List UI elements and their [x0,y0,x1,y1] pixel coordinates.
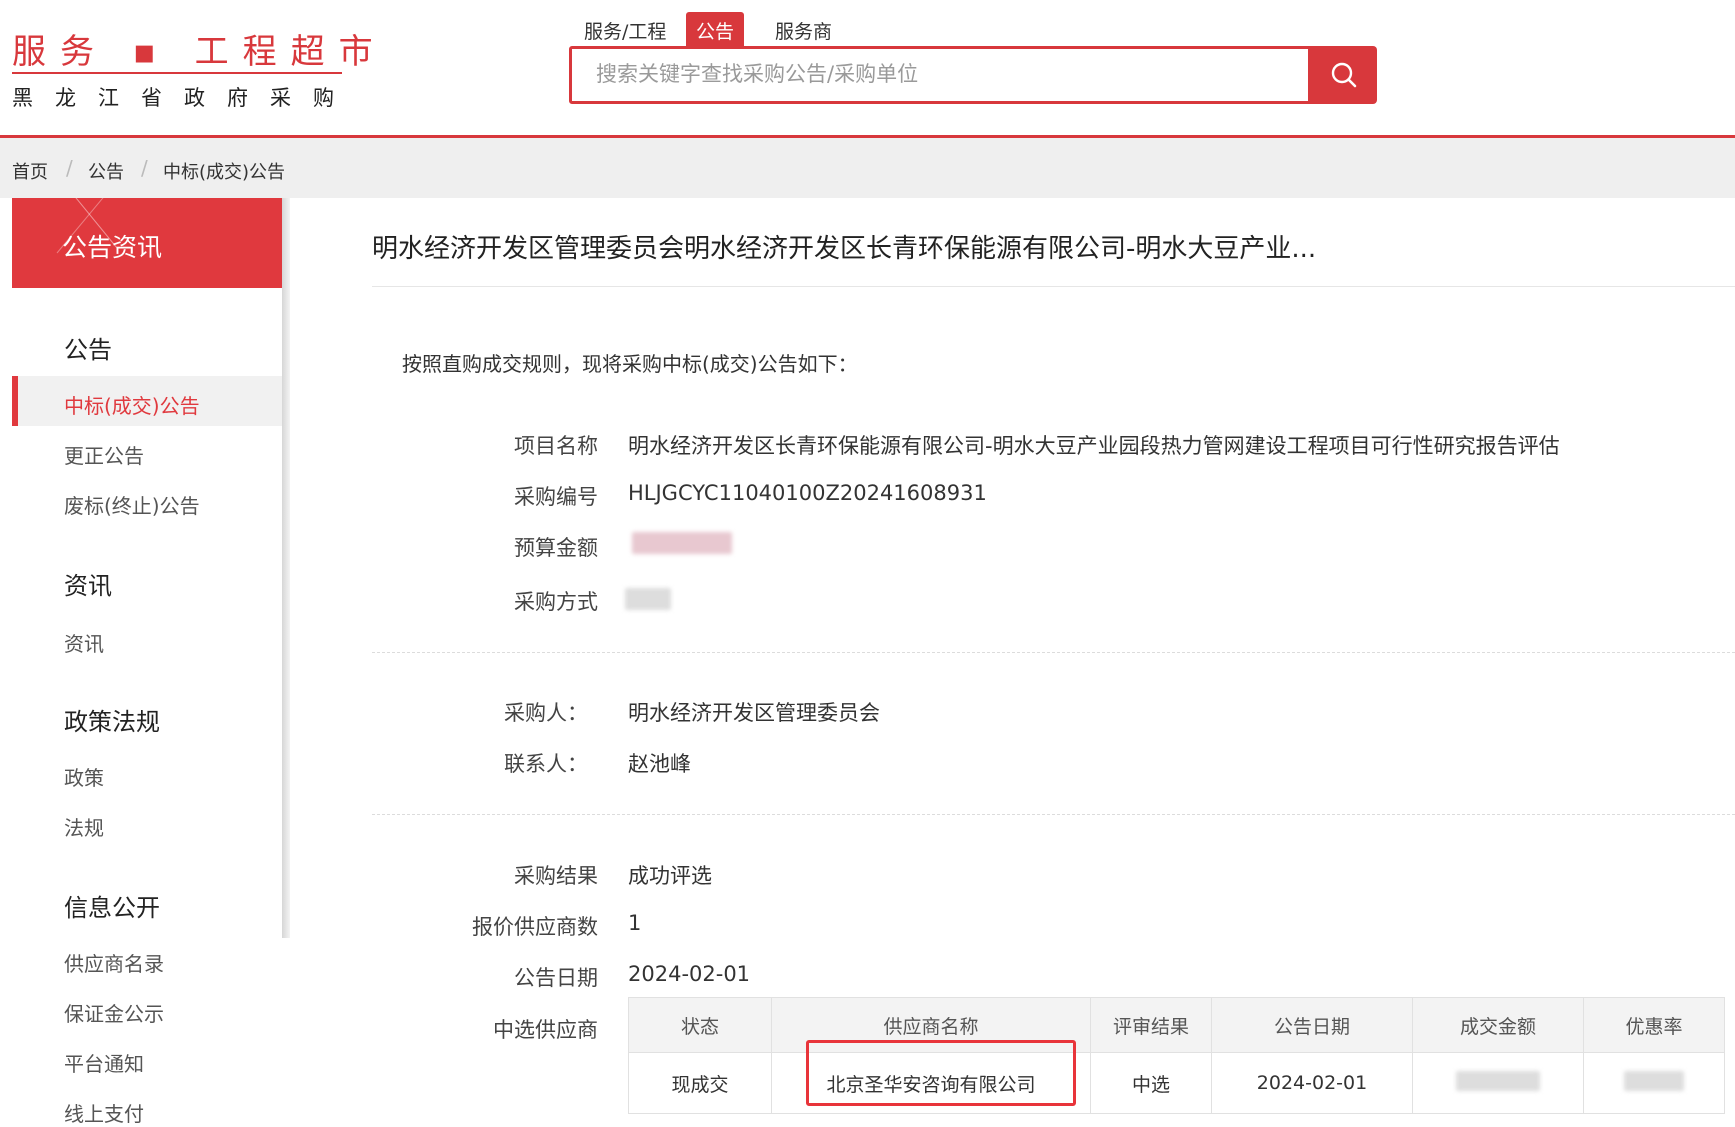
col-announcement-date: 公告日期 [1211,997,1413,1053]
sidebar-item-award-announcement[interactable]: 中标(成交)公告 [64,390,200,419]
discount-rate-redacted [1624,1070,1684,1091]
contact-value: 赵池峰 [628,752,691,776]
budget-value-redacted [632,532,732,554]
sidebar-shadow [282,198,290,938]
sidebar-item-policy[interactable]: 政策 [64,762,104,791]
search-icon [1331,62,1357,88]
cell-status: 现成交 [628,1052,772,1114]
method-label: 采购方式 [514,590,598,614]
col-review-result: 评审结果 [1090,997,1212,1053]
cell-review-result: 中选 [1090,1052,1212,1114]
breadcrumb-separator: / [141,156,148,180]
table-header-row: 状态 供应商名称 评审结果 公告日期 成交金额 优惠率 [628,997,1725,1053]
breadcrumb-home[interactable]: 首页 [12,158,48,184]
sidebar-group-policies: 政策法规 [64,708,160,736]
search-input[interactable] [594,61,1278,87]
breadcrumb-announcements[interactable]: 公告 [88,158,124,184]
tab-announcements[interactable]: 公告 [686,12,745,46]
sidebar-item-deposit-notice[interactable]: 保证金公示 [64,998,164,1027]
result-label: 采购结果 [514,864,598,888]
winner-table: 状态 供应商名称 评审结果 公告日期 成交金额 优惠率 现成交 北京圣华安咨询有… [628,997,1725,1114]
breadcrumb-separator: / [66,156,73,180]
date-label: 公告日期 [514,966,598,990]
sidebar-item-correction-announcement[interactable]: 更正公告 [64,440,144,469]
buyer-label: 采购人： [504,701,588,725]
tab-service-engineering[interactable]: 服务/工程 [574,12,676,46]
section-divider [372,652,1735,653]
project-name-label: 项目名称 [514,434,598,458]
search-button[interactable] [1311,46,1377,104]
sidebar-item-supplier-directory[interactable]: 供应商名录 [64,948,164,977]
purchase-code-label: 采购编号 [514,485,598,509]
bidders-label: 报价供应商数 [472,915,598,939]
winner-label: 中选供应商 [493,1018,598,1042]
buyer-value: 明水经济开发区管理委员会 [628,701,880,725]
sidebar-item-news[interactable]: 资讯 [64,628,104,657]
sidebar-item-platform-notice[interactable]: 平台通知 [64,1048,144,1077]
method-value-redacted [625,588,671,610]
supplier-highlight-box [806,1040,1076,1106]
logo-divider [12,72,342,74]
contact-label: 联系人： [504,752,588,776]
sidebar-item-regulations[interactable]: 法规 [64,812,104,841]
site-logo-subtitle: 黑龙江省政府采购 [12,86,356,110]
sidebar-group-announcements: 公告 [64,336,112,364]
budget-label: 预算金额 [514,536,598,560]
table-row: 现成交 北京圣华安咨询有限公司 中选 2024-02-01 [628,1052,1725,1114]
bidders-value: 1 [628,911,642,935]
col-status: 状态 [628,997,772,1053]
sidebar-group-news: 资讯 [64,572,112,600]
col-deal-amount: 成交金额 [1412,997,1584,1053]
page-title: 明水经济开发区管理委员会明水经济开发区长青环保能源有限公司-明水大豆产业... [372,234,1317,264]
intro-text: 按照直购成交规则，现将采购中标(成交)公告如下： [402,352,858,376]
site-logo-title[interactable]: 服务 ▪ 工程超市 [12,24,387,73]
cell-discount-rate [1583,1052,1725,1114]
sidebar-header-title: 公告资讯 [62,233,163,262]
section-divider [372,814,1735,815]
project-name-value: 明水经济开发区长青环保能源有限公司-明水大豆产业园段热力管网建设工程项目可行性研… [628,434,1560,458]
col-discount-rate: 优惠率 [1583,997,1725,1053]
cell-announcement-date: 2024-02-01 [1211,1052,1413,1114]
sidebar-active-indicator [12,376,18,426]
date-value: 2024-02-01 [628,962,751,986]
purchase-code-value: HLJGCYC11040100Z20241608931 [628,481,987,505]
search-box [569,46,1311,104]
sidebar-item-termination-announcement[interactable]: 废标(终止)公告 [64,490,200,519]
sidebar-header: 公告资讯 [12,198,282,288]
cell-deal-amount [1412,1052,1584,1114]
result-value: 成功评选 [628,864,712,888]
title-divider [372,286,1735,287]
tab-service-providers[interactable]: 服务商 [765,12,842,46]
breadcrumb-current: 中标(成交)公告 [163,162,286,183]
deal-amount-redacted [1456,1070,1540,1091]
sidebar-group-disclosure: 信息公开 [64,894,160,922]
